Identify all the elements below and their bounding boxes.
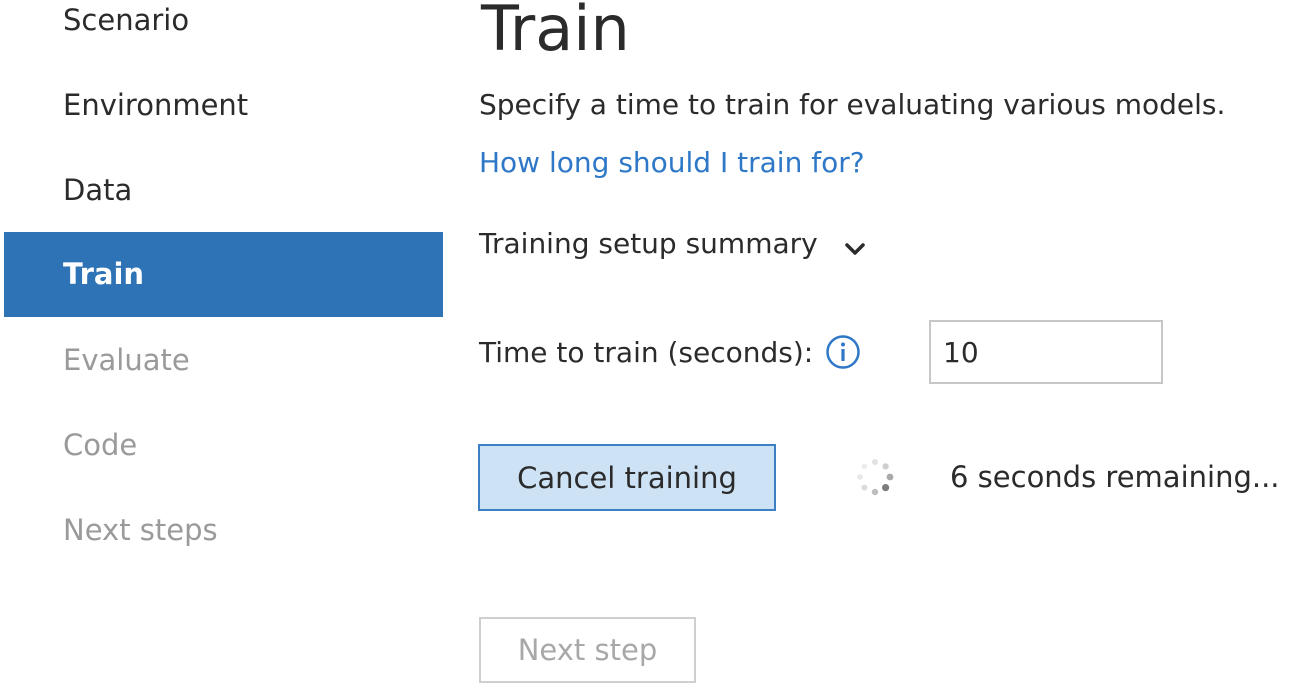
training-summary-label: Training setup summary xyxy=(479,227,818,260)
sidebar-nav: Scenario Environment Data Train Evaluate… xyxy=(0,0,443,687)
spinner-icon xyxy=(857,459,894,496)
sidebar-item-label: Code xyxy=(63,428,138,462)
cancel-training-button[interactable]: Cancel training xyxy=(478,444,776,511)
page-description: Specify a time to train for evaluating v… xyxy=(479,88,1226,121)
sidebar-item-label: Evaluate xyxy=(63,343,190,377)
training-status-text: 6 seconds remaining... xyxy=(950,460,1280,494)
help-link[interactable]: How long should I train for? xyxy=(479,146,865,180)
sidebar-item-next-steps[interactable]: Next steps xyxy=(4,488,443,573)
sidebar-item-label: Next steps xyxy=(63,513,218,547)
chevron-down-icon xyxy=(844,243,865,255)
time-to-train-label: Time to train (seconds): xyxy=(479,335,814,369)
training-summary-toggle[interactable]: Training setup summary xyxy=(479,224,866,264)
sidebar-item-label: Data xyxy=(63,173,133,207)
sidebar-item-evaluate[interactable]: Evaluate xyxy=(4,318,443,403)
time-to-train-input[interactable] xyxy=(929,320,1163,384)
time-to-train-row: Time to train (seconds): xyxy=(479,321,861,383)
sidebar-item-code[interactable]: Code xyxy=(4,403,443,488)
sidebar-item-train[interactable]: Train xyxy=(4,232,443,317)
info-icon[interactable] xyxy=(825,334,861,370)
sidebar-item-label: Train xyxy=(63,257,145,291)
page-title: Train xyxy=(481,0,630,65)
sidebar-item-label: Scenario xyxy=(63,3,190,37)
next-step-button[interactable]: Next step xyxy=(479,617,696,683)
sidebar-item-data[interactable]: Data xyxy=(4,148,443,233)
sidebar-item-environment[interactable]: Environment xyxy=(4,63,443,148)
sidebar-item-scenario[interactable]: Scenario xyxy=(4,0,443,63)
main-panel: Train Specify a time to train for evalua… xyxy=(478,0,1299,687)
sidebar-item-label: Environment xyxy=(63,88,249,122)
